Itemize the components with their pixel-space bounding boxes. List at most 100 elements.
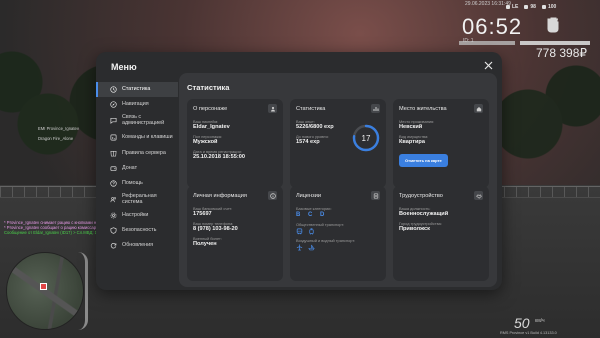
card-title: Место жительства <box>399 105 447 112</box>
field-label: Общественный транспорт: <box>296 222 345 227</box>
menu-window: Меню Статистика Навигация Связь с админи… <box>96 52 502 290</box>
card-title: Статистика <box>296 105 326 112</box>
player-nametag: EMI Province_Ignatev <box>38 126 79 131</box>
public-transport-icons <box>296 228 380 235</box>
close-button[interactable] <box>482 59 494 71</box>
residence-value: Невский <box>399 124 423 130</box>
player-marker-icon <box>40 283 47 290</box>
sidebar-item-navigation[interactable]: Навигация <box>96 97 178 112</box>
sidebar-item-label: Правила сервера <box>122 149 166 156</box>
book-icon <box>110 150 117 157</box>
refresh-icon <box>110 242 117 249</box>
armor-icon <box>524 5 529 9</box>
card-title: О персонаже <box>193 105 228 112</box>
user-icon <box>268 104 277 113</box>
bank-account-value: 175697 <box>193 211 212 217</box>
speed-unit: км/ч <box>535 318 545 324</box>
hud-time: 06:52 <box>462 14 523 39</box>
sidebar-item-label: Настройки <box>122 211 149 218</box>
menu-title: Меню <box>111 62 137 72</box>
minimap-ring <box>78 252 88 330</box>
mark-on-map-button[interactable]: Отметить на карте <box>399 154 448 167</box>
card-stats: Статистика Ваш опыт: 5226/6800 exp До но… <box>290 99 386 188</box>
compass-icon <box>110 101 117 108</box>
hud-hunger: 100 <box>541 4 556 10</box>
sidebar-item-updates[interactable]: Обновления <box>96 238 178 253</box>
card-job: Трудоустройство Ваша должность: Военносл… <box>393 186 489 281</box>
level-value: 17 <box>361 133 371 143</box>
sidebar-item-admin[interactable]: Связь с администрацией <box>96 112 178 129</box>
chat-icon <box>110 117 117 124</box>
sidebar-item-label: Помощь <box>122 179 143 186</box>
sidebar-item-donate[interactable]: Донат <box>96 161 178 176</box>
sidebar-item-label: Статистика <box>122 85 151 92</box>
info-icon <box>268 191 277 200</box>
fist-icon <box>540 13 566 35</box>
player-nametag: Dragon Fire_Alone <box>38 136 74 141</box>
handshake-icon <box>474 191 483 200</box>
command-icon <box>110 134 117 141</box>
sidebar-item-rules[interactable]: Правила сервера <box>96 146 178 161</box>
sidebar-item-label: Команды и клавиши <box>122 133 173 140</box>
gear-icon <box>110 212 117 219</box>
bus-icon <box>296 228 303 235</box>
help-icon <box>110 180 117 187</box>
sidebar-item-label: Донат <box>122 164 138 171</box>
clock-icon <box>110 86 117 93</box>
hud-id: ID: 1 <box>463 38 474 44</box>
hud-money: 778 398₽ <box>536 46 588 60</box>
gender-value: Мужской <box>193 139 218 145</box>
content-title: Статистика <box>187 83 230 92</box>
property-value: Квартира <box>399 139 425 145</box>
close-icon <box>484 61 492 69</box>
card-title: Личная информация <box>193 192 247 199</box>
military-id-value: Получен <box>193 241 217 247</box>
hud-armor-bar <box>520 41 590 45</box>
sidebar-item-security[interactable]: Безопасность <box>96 223 178 238</box>
sidebar-item-label: Связь с администрацией <box>122 114 165 126</box>
hud-date: 29.06.2023 16:31:49 <box>465 1 511 7</box>
sidebar-item-stats[interactable]: Статистика <box>96 82 178 97</box>
document-icon <box>371 191 380 200</box>
field-label: Воздушный и водный транспорт: <box>296 238 356 243</box>
version-label: RMS Province v1 Build 4.13133.0 <box>500 331 557 335</box>
nickname-value: Eldar_Ignatev <box>193 124 230 130</box>
food-icon <box>541 5 546 9</box>
speedometer: 50 <box>514 315 530 331</box>
card-home: Место жительства Место проживания: Невск… <box>393 99 489 188</box>
users-icon <box>110 196 117 203</box>
minimap <box>6 252 84 330</box>
shield-icon <box>110 227 117 234</box>
plane-icon <box>296 244 303 251</box>
sidebar-item-settings[interactable]: Настройки <box>96 208 178 223</box>
card-title: Лицензии <box>296 192 321 199</box>
sidebar-item-referral[interactable]: Реферальная система <box>96 191 178 208</box>
card-title: Трудоустройство <box>399 192 443 199</box>
card-personal: Личная информация Ваш банковский счет: 1… <box>187 186 283 281</box>
hud-status-row: LE 98 100 <box>506 4 556 10</box>
sidebar-item-label: Навигация <box>122 100 149 107</box>
chart-icon <box>371 104 380 113</box>
heart-icon <box>506 5 510 9</box>
home-icon <box>474 104 483 113</box>
boat-icon <box>308 244 315 251</box>
air-water-transport-icons <box>296 244 380 251</box>
phone-value: 8 (978) 103-98-20 <box>193 226 238 232</box>
card-person: О персонаже Ваш никнейм: Eldar_Ignatev П… <box>187 99 283 188</box>
sidebar-item-help[interactable]: Помощь <box>96 176 178 191</box>
content-panel: Статистика О персонаже Ваш никнейм: Elda… <box>179 73 497 287</box>
hud-health: LE <box>506 4 518 10</box>
hud-armor: 98 <box>524 4 536 10</box>
sidebar-item-label: Безопасность <box>122 226 157 233</box>
card-license: Лицензии Базовые категории: B C D Общест… <box>290 186 386 281</box>
license-categories-value: B C D <box>296 212 328 218</box>
sidebar-item-label: Реферальная система <box>122 193 157 205</box>
registration-value: 25.10.2018 18:55:00 <box>193 154 245 160</box>
wallet-icon <box>110 165 117 172</box>
sidebar-item-label: Обновления <box>122 241 154 248</box>
sidebar-item-commands[interactable]: Команды и клавиши <box>96 129 178 146</box>
job-position-value: Военнослужащий <box>399 211 449 217</box>
sidebar: Статистика Навигация Связь с администрац… <box>96 82 178 253</box>
tram-icon <box>309 228 314 235</box>
job-city-value: Приволжск <box>399 226 430 232</box>
